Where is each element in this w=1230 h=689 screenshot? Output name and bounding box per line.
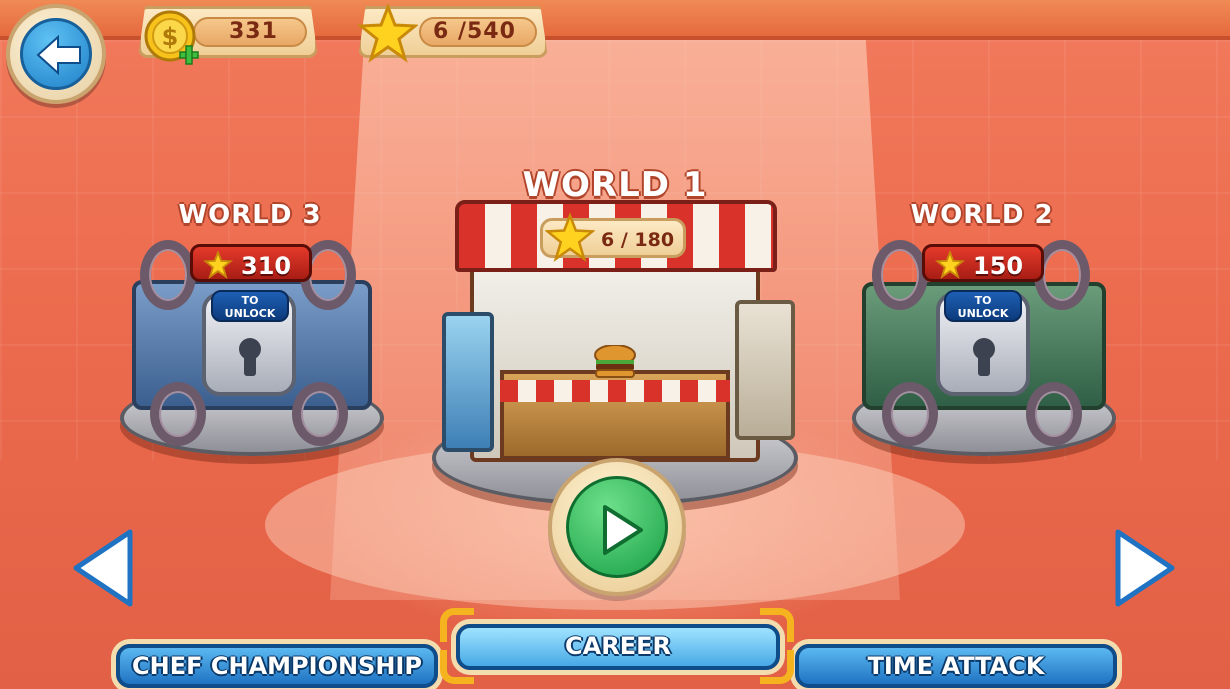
star-icon: [935, 251, 965, 279]
play-button[interactable]: [548, 458, 686, 596]
career-bracket-bl: [440, 650, 474, 684]
world3-chain-bl: [150, 382, 206, 446]
star-icon: [203, 251, 233, 279]
career-bracket-br: [760, 650, 794, 684]
world3-chain-br: [292, 382, 348, 446]
tab-career[interactable]: CAREER: [456, 624, 780, 670]
burger-icon: [594, 345, 636, 378]
arrow-right-icon[interactable]: [1110, 526, 1180, 610]
world1-side-cabinet: [735, 300, 795, 440]
world1-counter-stripe: [500, 380, 730, 402]
star-icon: [358, 4, 418, 63]
world2-requirement-badge: 150: [922, 244, 1044, 282]
tab-time-attack[interactable]: TIME ATTACK: [795, 644, 1117, 688]
back-button[interactable]: [6, 4, 106, 104]
world2-chain-bl: [882, 382, 938, 446]
world1-stars-value: 6 / 180: [601, 229, 675, 251]
back-button-face: [20, 18, 92, 90]
world3-required-stars: 310: [241, 252, 292, 280]
tab-chef-championship[interactable]: CHEF CHAMPIONSHIP: [116, 644, 438, 688]
keyhole-slot: [244, 354, 256, 376]
arrow-left-icon[interactable]: [68, 526, 138, 610]
play-icon: [603, 505, 643, 555]
play-button-face: [566, 476, 668, 578]
star-icon: [545, 213, 595, 262]
world2-title: WORLD 2: [910, 200, 1054, 230]
world1-title: WORLD 1: [522, 165, 708, 205]
world2-unlock-tag: TO UNLOCK: [944, 290, 1022, 322]
world3-chain-tl: [140, 240, 196, 310]
world3-requirement-badge: 310: [190, 244, 312, 282]
svg-text:$: $: [162, 23, 179, 51]
coin-plus-icon[interactable]: $: [142, 8, 202, 68]
stars-value: 6 /540: [433, 19, 516, 44]
game-screen: 331 $ 6 /540 WORLD 3 310 TO UNLOCK WORLD…: [0, 0, 1230, 689]
world2-required-stars: 150: [973, 252, 1024, 280]
world3-unlock-tag: TO UNLOCK: [211, 290, 289, 322]
world3-title: WORLD 3: [178, 200, 322, 230]
keyhole-slot: [978, 354, 990, 376]
career-bracket-tr: [760, 608, 794, 642]
world1-fridge: [442, 312, 494, 452]
world1-stars-badge: 6 / 180: [540, 213, 686, 262]
back-arrow-icon: [36, 35, 81, 75]
career-bracket-tl: [440, 608, 474, 642]
world2-chain-br: [1026, 382, 1082, 446]
coins-value: 331: [229, 19, 278, 44]
world2-chain-tl: [872, 240, 928, 310]
